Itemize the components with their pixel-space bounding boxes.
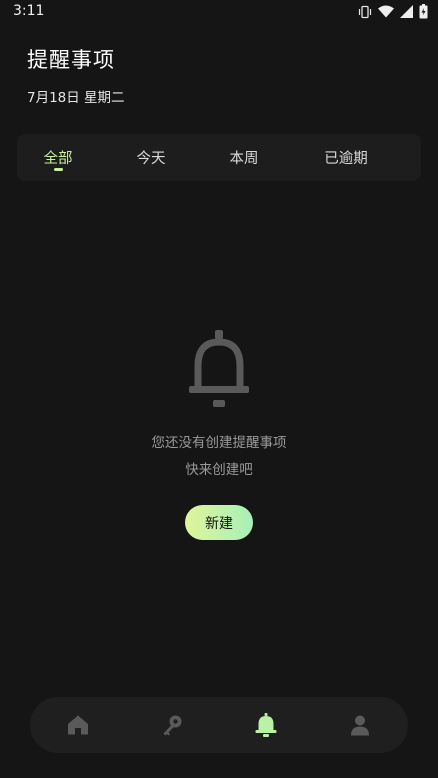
tab-this-week[interactable]: 本周 [217, 134, 271, 181]
status-time: 3:11 [13, 3, 45, 19]
signal-icon [400, 5, 413, 18]
empty-state-hint: 快来创建吧 [185, 462, 253, 478]
bell-icon [186, 330, 252, 410]
key-icon[interactable] [157, 710, 187, 740]
wifi-icon [378, 5, 394, 18]
status-icons [358, 4, 428, 19]
status-bar: 3:11 [0, 0, 438, 26]
filter-tabs: 全部 今天 本周 已逾期 [17, 134, 421, 181]
bottom-nav [30, 697, 408, 753]
new-reminder-button[interactable]: 新建 [185, 505, 253, 540]
home-icon[interactable] [63, 710, 93, 740]
tab-overdue[interactable]: 已逾期 [313, 134, 379, 181]
active-tab-indicator [54, 168, 63, 171]
vibrate-icon [358, 5, 372, 19]
page-title: 提醒事项 [27, 48, 115, 72]
profile-icon[interactable] [345, 710, 375, 740]
page-date: 7月18日 星期二 [27, 90, 125, 106]
empty-state-message: 您还没有创建提醒事项 [151, 435, 287, 451]
tab-all[interactable]: 全部 [31, 134, 85, 181]
bell-nav-icon[interactable] [251, 710, 281, 740]
tab-today[interactable]: 今天 [124, 134, 178, 181]
battery-icon [419, 4, 428, 19]
reminders-screen: 3:11 提醒事项 7月18日 星期二 全部 今天 本周 已逾期 您还没有创建提… [0, 0, 438, 778]
